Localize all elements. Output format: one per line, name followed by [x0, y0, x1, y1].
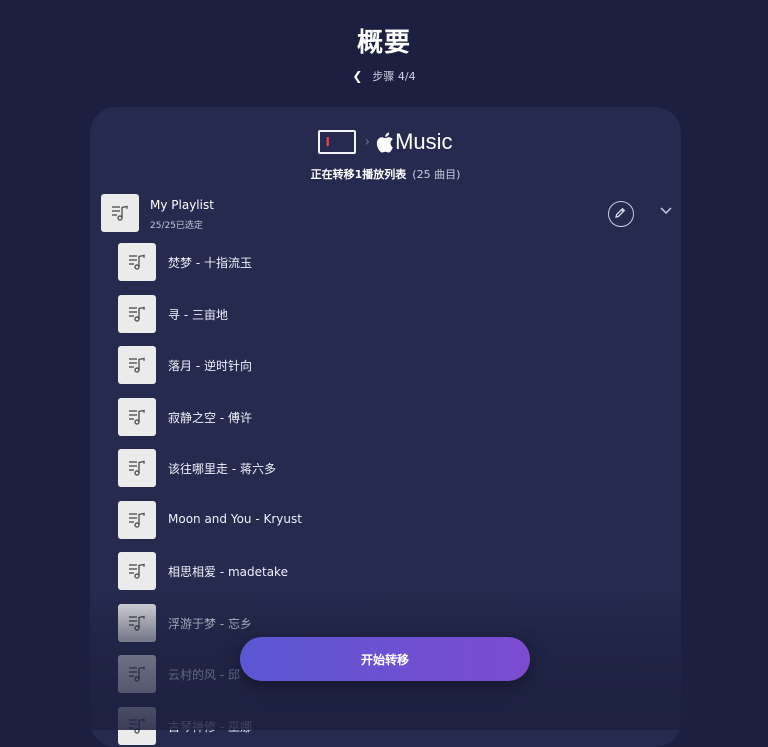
song-thumbnail: [118, 501, 156, 539]
transfer-logos: I › Music: [90, 127, 681, 157]
music-note-icon: [129, 666, 145, 682]
transfer-summary: 正在转移1播放列表 (25 曲目): [90, 166, 681, 182]
music-note-icon: [129, 357, 145, 373]
song-title: 焚梦 - 十指流玉: [168, 256, 252, 270]
chevron-right-icon: ›: [364, 134, 371, 150]
start-transfer-button[interactable]: 开始转移: [240, 637, 530, 681]
edit-button[interactable]: [608, 201, 634, 227]
music-note-icon: [129, 615, 145, 631]
music-note-icon: [129, 409, 145, 425]
pencil-icon: [615, 207, 626, 218]
song-row[interactable]: 落月 - 逆时针向: [118, 346, 618, 384]
apple-music-label: Music: [395, 129, 453, 154]
song-title: 寻 - 三亩地: [168, 308, 228, 322]
song-title: Moon and You - Kryust: [168, 512, 302, 526]
music-note-icon: [129, 460, 145, 476]
song-thumbnail: [118, 449, 156, 487]
music-note-icon: [129, 306, 145, 322]
song-title: 寂静之空 - 傅许: [168, 411, 252, 425]
music-note-icon: [129, 563, 145, 579]
music-note-icon: [112, 205, 128, 221]
transfer-text: 正在转移1播放列表: [310, 168, 407, 181]
song-title: 该往哪里走 - 蒋六多: [168, 462, 276, 476]
song-thumbnail: [118, 243, 156, 281]
song-thumbnail: [118, 655, 156, 693]
song-title: 相思相爱 - madetake: [168, 565, 288, 579]
song-row[interactable]: 寂静之空 - 傅许: [118, 398, 618, 436]
song-thumbnail: [118, 346, 156, 384]
music-note-icon: [129, 718, 145, 734]
music-note-icon: [129, 512, 145, 528]
song-title: 古琴禅修 - 巫娜: [168, 720, 252, 734]
playlist-selected-count: 25/25已选定: [150, 221, 203, 231]
song-row[interactable]: 古琴禅修 - 巫娜: [118, 707, 618, 745]
music-note-icon: [129, 254, 145, 270]
song-thumbnail: [118, 398, 156, 436]
song-row[interactable]: Moon and You - Kryust: [118, 501, 618, 539]
song-title: 云村的风 - 邱: [168, 668, 240, 682]
playlist-thumbnail: [101, 194, 139, 232]
song-row[interactable]: 寻 - 三亩地: [118, 295, 618, 333]
song-thumbnail: [118, 604, 156, 642]
song-title: 浮游于梦 - 忘乡: [168, 617, 252, 631]
playlist-name: My Playlist: [150, 198, 214, 212]
song-thumbnail: [118, 295, 156, 333]
page-title: 概要: [356, 28, 411, 58]
song-row[interactable]: 相思相爱 - madetake: [118, 552, 618, 590]
step-label: 步骤 4/4: [372, 70, 416, 83]
song-thumbnail: [118, 552, 156, 590]
playlist-header[interactable]: My Playlist 25/25已选定: [101, 194, 672, 234]
track-count: (25 曲目): [412, 168, 461, 181]
back-chevron-icon[interactable]: ❮: [352, 69, 362, 83]
step-indicator: ❮ 步骤 4/4: [0, 68, 768, 84]
song-thumbnail: [118, 707, 156, 745]
song-row[interactable]: 该往哪里走 - 蒋六多: [118, 449, 618, 487]
apple-icon: [376, 132, 393, 153]
text-cursor-icon: I: [318, 130, 357, 154]
song-title: 落月 - 逆时针向: [168, 359, 252, 373]
chevron-down-icon[interactable]: [660, 207, 672, 215]
song-row[interactable]: 焚梦 - 十指流玉: [118, 243, 618, 281]
